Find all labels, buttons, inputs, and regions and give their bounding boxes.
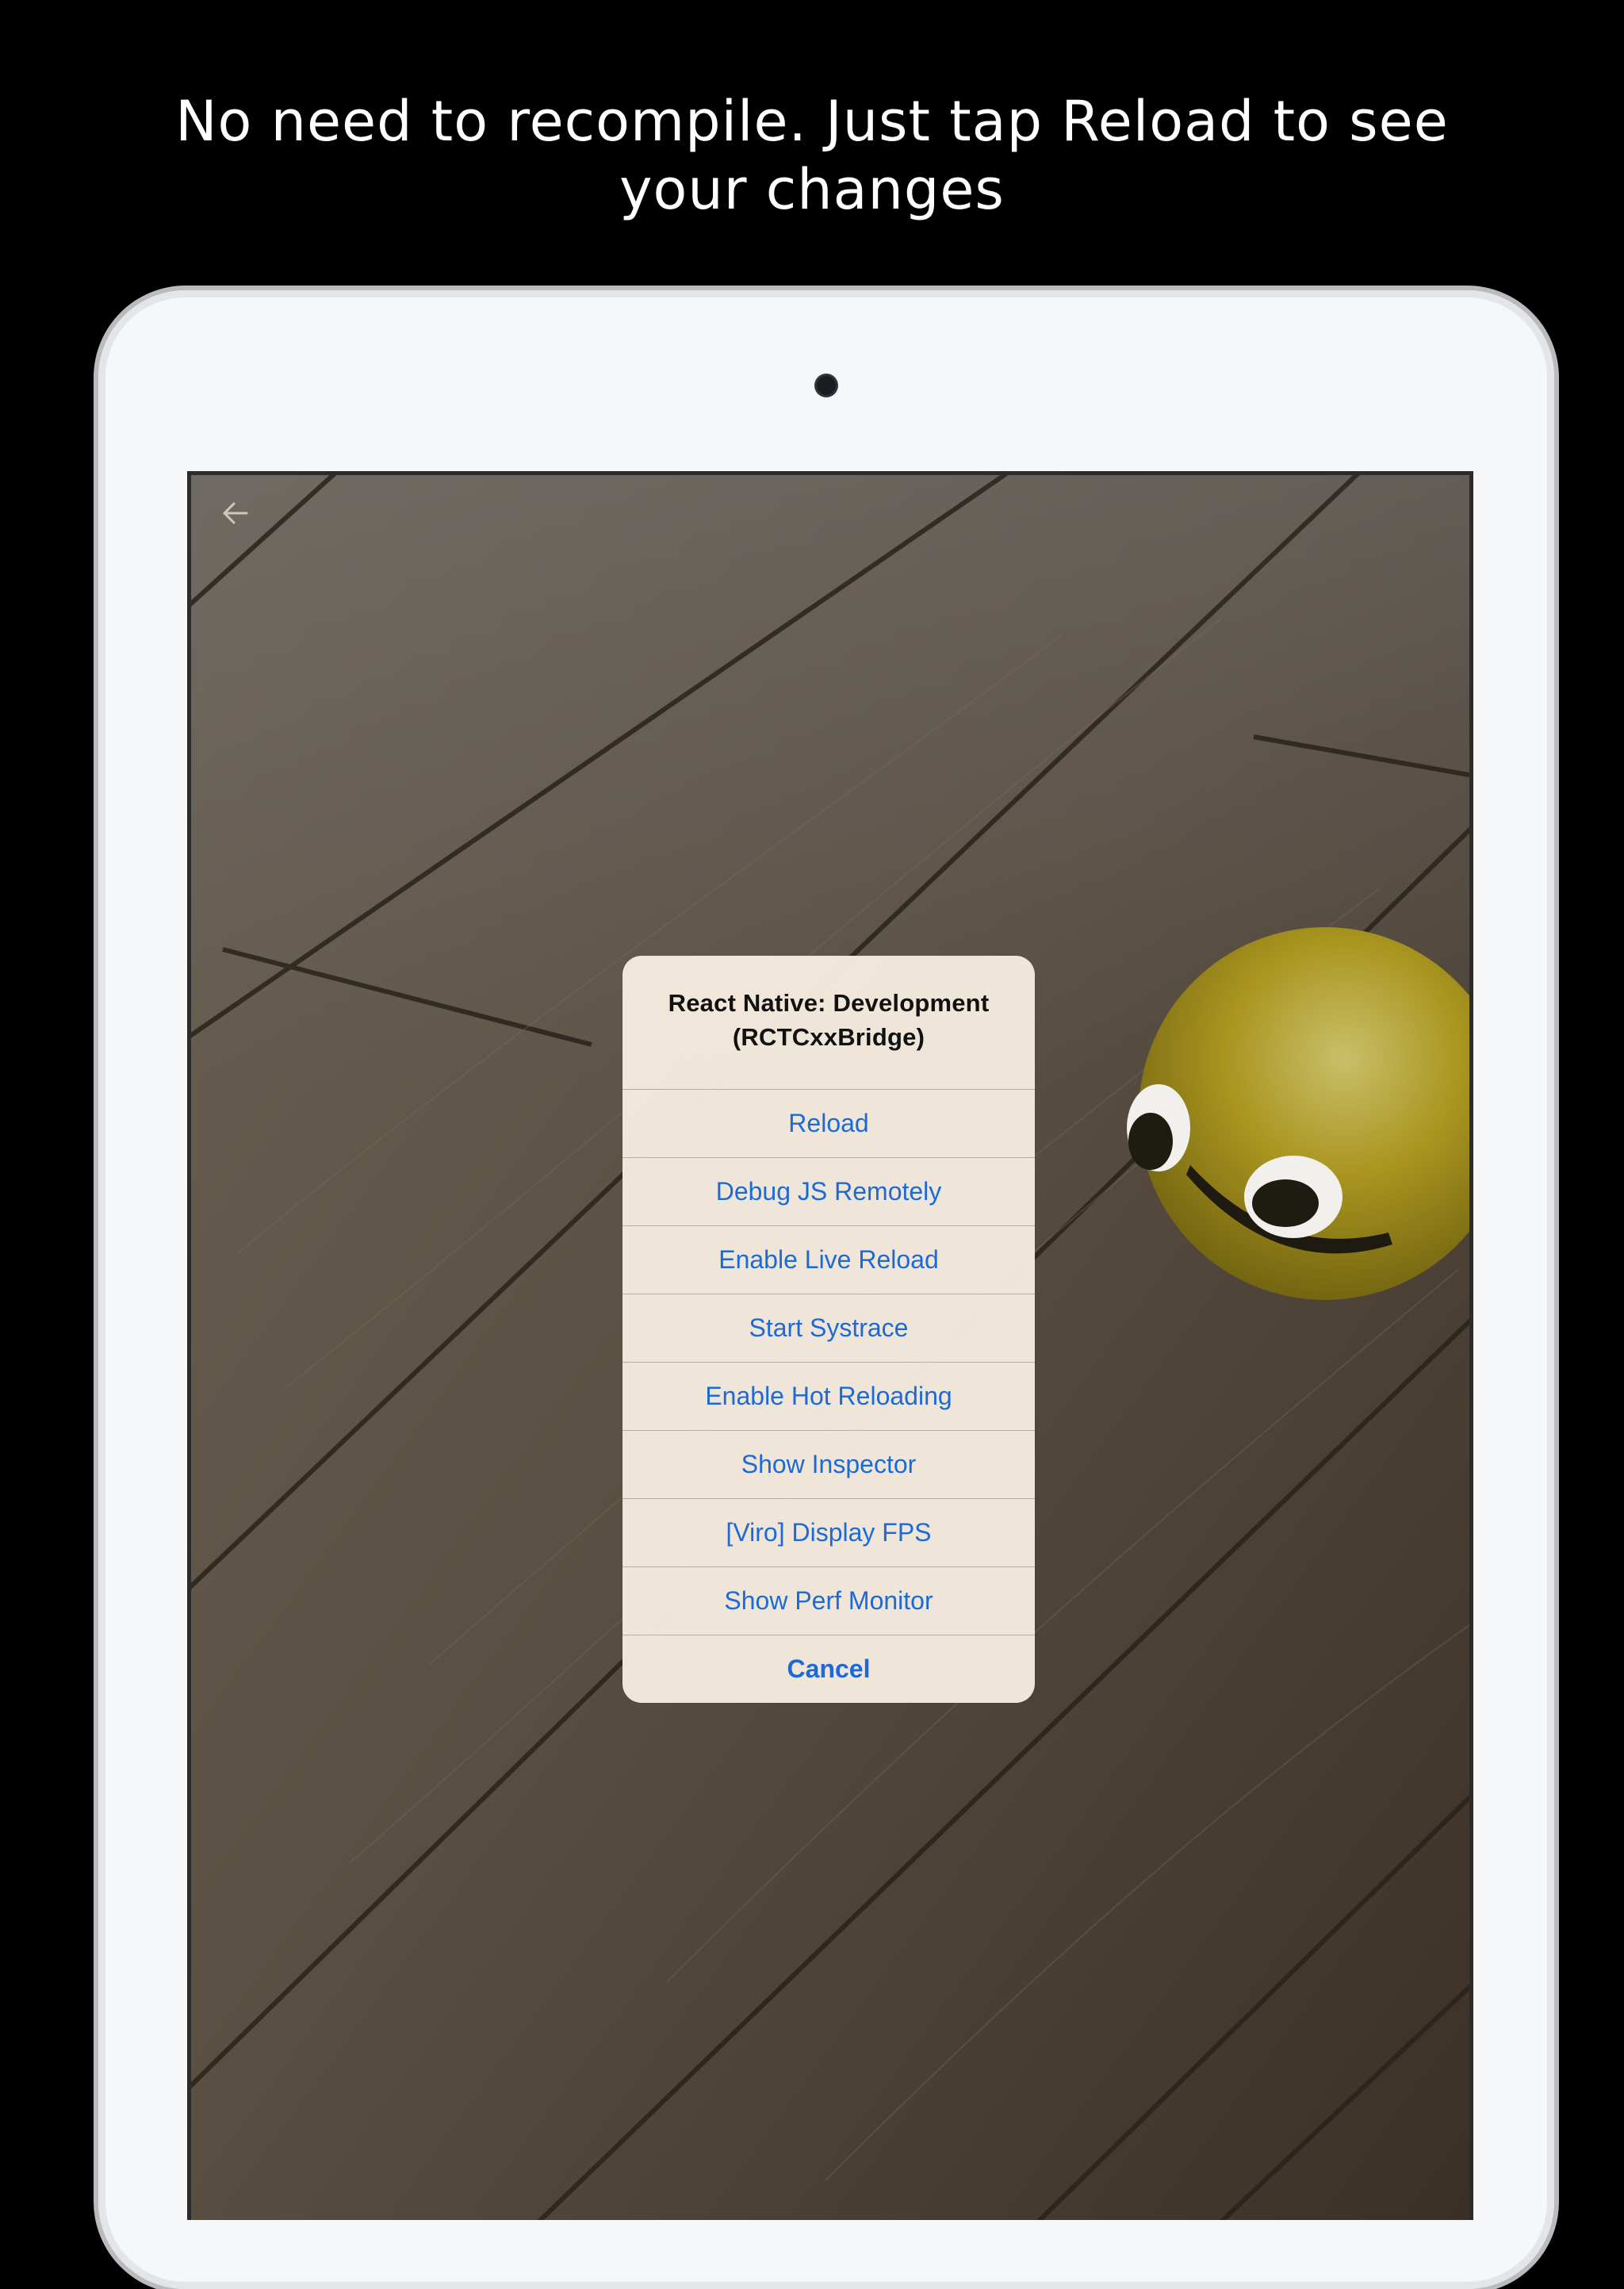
enable-hot-reloading-button[interactable]: Enable Hot Reloading: [622, 1362, 1035, 1430]
start-systrace-button[interactable]: Start Systrace: [622, 1294, 1035, 1362]
developer-action-sheet: React Native: Development (RCTCxxBridge)…: [622, 956, 1035, 1703]
show-perf-monitor-button[interactable]: Show Perf Monitor: [622, 1566, 1035, 1635]
enable-live-reload-button[interactable]: Enable Live Reload: [622, 1225, 1035, 1294]
back-arrow-icon[interactable]: [218, 496, 253, 531]
action-sheet-title-line-2: (RCTCxxBridge): [732, 1023, 925, 1051]
marketing-headline: No need to recompile. Just tap Reload to…: [0, 87, 1624, 224]
action-sheet-title-line-1: React Native: Development: [668, 989, 990, 1017]
viro-display-fps-button[interactable]: [Viro] Display FPS: [622, 1498, 1035, 1566]
action-sheet-title: React Native: Development (RCTCxxBridge): [622, 956, 1035, 1089]
front-camera: [817, 376, 836, 395]
emoji-sphere-model: [1127, 927, 1469, 1300]
cancel-button[interactable]: Cancel: [622, 1635, 1035, 1703]
reload-button[interactable]: Reload: [622, 1089, 1035, 1157]
headline-line-2: your changes: [619, 157, 1005, 222]
headline-line-1: No need to recompile. Just tap Reload to…: [175, 89, 1449, 154]
ar-screen: React Native: Development (RCTCxxBridge)…: [187, 471, 1473, 2220]
show-inspector-button[interactable]: Show Inspector: [622, 1430, 1035, 1498]
debug-js-remotely-button[interactable]: Debug JS Remotely: [622, 1157, 1035, 1225]
